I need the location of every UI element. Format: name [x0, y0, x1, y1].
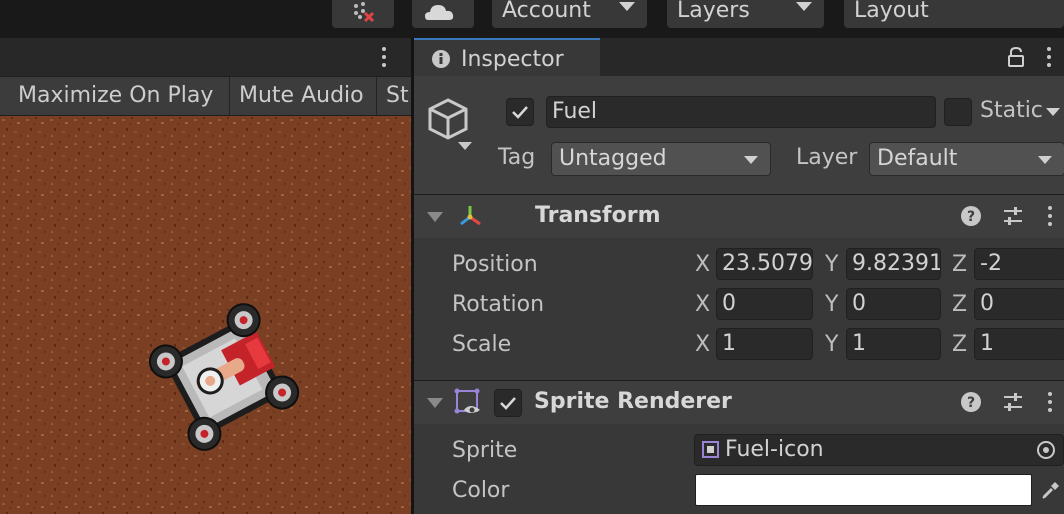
panel-menu-icon[interactable]: [381, 47, 387, 69]
position-z-field[interactable]: -2: [974, 248, 1064, 280]
foldout-arrow-icon[interactable]: [427, 398, 443, 408]
layer-label: Layer: [796, 145, 858, 170]
scale-x-field[interactable]: 1: [716, 328, 813, 360]
mute-audio-toggle[interactable]: Mute Audio: [231, 77, 377, 115]
layer-value: Default: [877, 146, 958, 171]
sprite-renderer-body: Sprite Fuel-icon Color: [414, 424, 1064, 514]
static-dropdown-icon[interactable]: [1046, 108, 1060, 116]
position-y-field[interactable]: 9.82391: [846, 248, 941, 280]
collab-button[interactable]: [332, 0, 394, 28]
checkmark-icon: [512, 106, 528, 119]
rotation-y-axis[interactable]: Y: [825, 292, 838, 317]
color-label: Color: [452, 478, 510, 503]
sprite-renderer-title: Sprite Renderer: [534, 389, 732, 414]
main-toolbar: Account Layers Layout: [0, 0, 1064, 38]
layers-dropdown[interactable]: Layers: [667, 0, 824, 28]
sprite-object-field[interactable]: Fuel-icon: [694, 434, 1064, 466]
rotation-y-field[interactable]: 0: [846, 288, 941, 320]
chevron-down-icon: [1038, 156, 1052, 164]
scale-z-field[interactable]: 1: [974, 328, 1064, 360]
position-y-axis[interactable]: Y: [825, 252, 838, 277]
sprite-renderer-header[interactable]: Sprite Renderer ?: [414, 380, 1064, 424]
inspector-panel: Inspector Fuel Static Tag Untagged Layer…: [414, 38, 1064, 514]
checkmark-icon: [500, 397, 516, 410]
layers-label: Layers: [677, 0, 750, 23]
layout-dropdown[interactable]: Layout: [844, 0, 1064, 28]
scale-z-axis[interactable]: Z: [952, 332, 967, 357]
scale-x-axis[interactable]: X: [695, 332, 710, 357]
sprite-label: Sprite: [452, 438, 518, 463]
presets-icon[interactable]: [1002, 205, 1024, 227]
tag-dropdown[interactable]: Untagged: [551, 142, 771, 176]
cloud-icon: [425, 5, 454, 20]
scale-label: Scale: [452, 332, 512, 357]
account-label: Account: [502, 0, 591, 23]
info-icon: [432, 50, 450, 68]
presets-icon[interactable]: [1002, 391, 1024, 413]
gameobject-cube-icon[interactable]: [426, 96, 476, 156]
rotation-z-field[interactable]: 0: [974, 288, 1064, 320]
lock-icon[interactable]: [1006, 46, 1026, 68]
chevron-down-icon: [744, 156, 758, 164]
gameobject-header: Fuel Static Tag Untagged Layer Default: [414, 76, 1064, 194]
static-checkbox[interactable]: [944, 98, 972, 126]
transform-header[interactable]: Transform ?: [414, 194, 1064, 238]
component-menu-icon[interactable]: [1047, 206, 1053, 228]
help-icon[interactable]: ?: [960, 391, 982, 413]
active-checkbox[interactable]: [506, 98, 534, 126]
rotation-x-field[interactable]: 0: [716, 288, 813, 320]
eyedropper-icon[interactable]: [1040, 479, 1062, 501]
position-x-field[interactable]: 23.5079: [716, 248, 813, 280]
rotation-z-axis[interactable]: Z: [952, 292, 967, 317]
rotation-label: Rotation: [452, 292, 545, 317]
scale-y-field[interactable]: 1: [846, 328, 941, 360]
position-label: Position: [452, 252, 538, 277]
svg-text:?: ?: [967, 209, 975, 225]
position-z-axis[interactable]: Z: [952, 252, 967, 277]
transform-title: Transform: [535, 203, 661, 228]
rotation-x-axis[interactable]: X: [695, 292, 710, 317]
account-dropdown[interactable]: Account: [492, 0, 647, 28]
tab-inspector[interactable]: Inspector: [414, 38, 600, 76]
static-label[interactable]: Static: [980, 98, 1043, 123]
game-canvas[interactable]: [0, 116, 411, 514]
position-x-axis[interactable]: X: [695, 252, 710, 277]
sprite-renderer-icon: [454, 388, 480, 414]
tag-value: Untagged: [559, 146, 667, 171]
color-swatch[interactable]: [695, 474, 1032, 506]
component-menu-icon[interactable]: [1047, 392, 1053, 414]
svg-text:?: ?: [967, 395, 975, 411]
maximize-on-play-toggle[interactable]: Maximize On Play: [10, 77, 230, 115]
game-view-options-bar: Maximize On Play Mute Audio St: [0, 76, 411, 116]
inspector-tabbar: Inspector: [414, 38, 1064, 76]
game-view-tabbar: [0, 38, 411, 76]
inspector-menu-icon[interactable]: [1046, 47, 1052, 69]
sprite-renderer-enabled-checkbox[interactable]: [494, 389, 522, 417]
fuel-sprite[interactable]: [140, 296, 310, 466]
layout-label: Layout: [854, 0, 929, 23]
object-name-field[interactable]: Fuel: [546, 96, 936, 128]
layer-dropdown[interactable]: Default: [869, 142, 1064, 176]
help-icon[interactable]: ?: [960, 205, 982, 227]
chevron-down-icon: [619, 2, 635, 11]
cloud-button[interactable]: [412, 0, 474, 28]
chevron-down-icon: [796, 2, 812, 11]
inspector-tab-title: Inspector: [461, 47, 564, 72]
scale-y-axis[interactable]: Y: [825, 332, 838, 357]
transform-icon: [460, 206, 481, 226]
game-view-panel: Maximize On Play Mute Audio St: [0, 38, 411, 514]
object-picker-icon[interactable]: [1035, 439, 1057, 461]
sprite-asset-icon: [702, 441, 719, 458]
sprite-value: Fuel-icon: [725, 437, 824, 462]
collab-icon: [354, 2, 375, 23]
tag-label: Tag: [498, 145, 536, 170]
transform-body: Position X 23.5079 Y 9.82391 Z -2 Rotati…: [414, 238, 1064, 380]
foldout-arrow-icon[interactable]: [427, 212, 443, 222]
stats-toggle[interactable]: St: [378, 77, 411, 115]
